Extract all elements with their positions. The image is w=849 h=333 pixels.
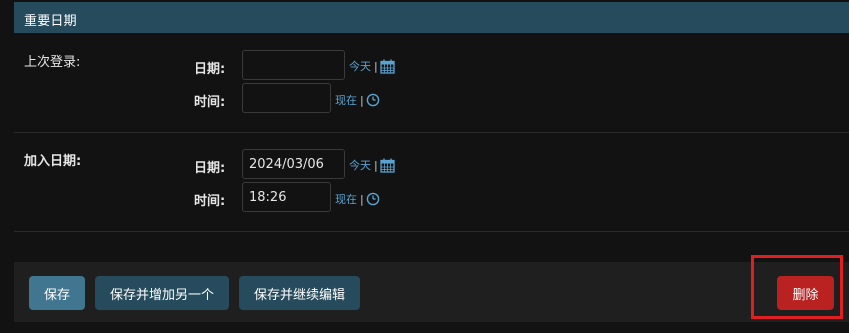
last-login-time-label: 时间: <box>194 95 226 110</box>
date-joined-date-separator: | <box>374 158 378 172</box>
last-login-today-link[interactable]: 今天 <box>349 58 371 74</box>
delete-highlight-box <box>751 255 843 319</box>
calendar-icon[interactable] <box>380 59 395 74</box>
date-joined-date-input[interactable] <box>242 149 345 179</box>
clock-icon[interactable] <box>366 93 380 107</box>
date-joined-date-label: 日期: <box>194 161 226 176</box>
date-joined-time-label: 时间: <box>194 194 226 209</box>
save-and-add-another-button[interactable]: 保存并增加另一个 <box>95 276 229 310</box>
date-joined-now-link[interactable]: 现在 <box>335 191 357 207</box>
last-login-time-shortcuts: 现在 | <box>335 92 380 108</box>
admin-form-frame: 重要日期 上次登录: 日期: 今天 | 时间: 现在 | 加入日期: 日期: 2… <box>0 0 849 333</box>
save-and-continue-editing-button[interactable]: 保存并继续编辑 <box>239 276 360 310</box>
clock-icon[interactable] <box>366 192 380 206</box>
row-divider <box>14 231 849 232</box>
row-divider <box>14 132 849 133</box>
section-header-important-dates: 重要日期 <box>14 2 849 33</box>
save-button[interactable]: 保存 <box>29 276 85 310</box>
last-login-date-separator: | <box>374 59 378 73</box>
date-joined-time-shortcuts: 现在 | <box>335 191 380 207</box>
date-joined-label: 加入日期: <box>24 154 82 169</box>
last-login-time-input[interactable] <box>242 83 331 113</box>
last-login-date-shortcuts: 今天 | <box>349 58 395 74</box>
last-login-time-separator: | <box>360 93 364 107</box>
submit-row: 保存 保存并增加另一个 保存并继续编辑 删除 <box>14 262 849 322</box>
date-joined-time-input[interactable] <box>242 182 331 212</box>
last-login-label: 上次登录: <box>24 55 81 70</box>
last-login-date-input[interactable] <box>242 50 345 80</box>
date-joined-date-shortcuts: 今天 | <box>349 157 395 173</box>
date-joined-today-link[interactable]: 今天 <box>349 157 371 173</box>
calendar-icon[interactable] <box>380 158 395 173</box>
last-login-now-link[interactable]: 现在 <box>335 92 357 108</box>
date-joined-time-separator: | <box>360 192 364 206</box>
last-login-date-label: 日期: <box>194 62 226 77</box>
